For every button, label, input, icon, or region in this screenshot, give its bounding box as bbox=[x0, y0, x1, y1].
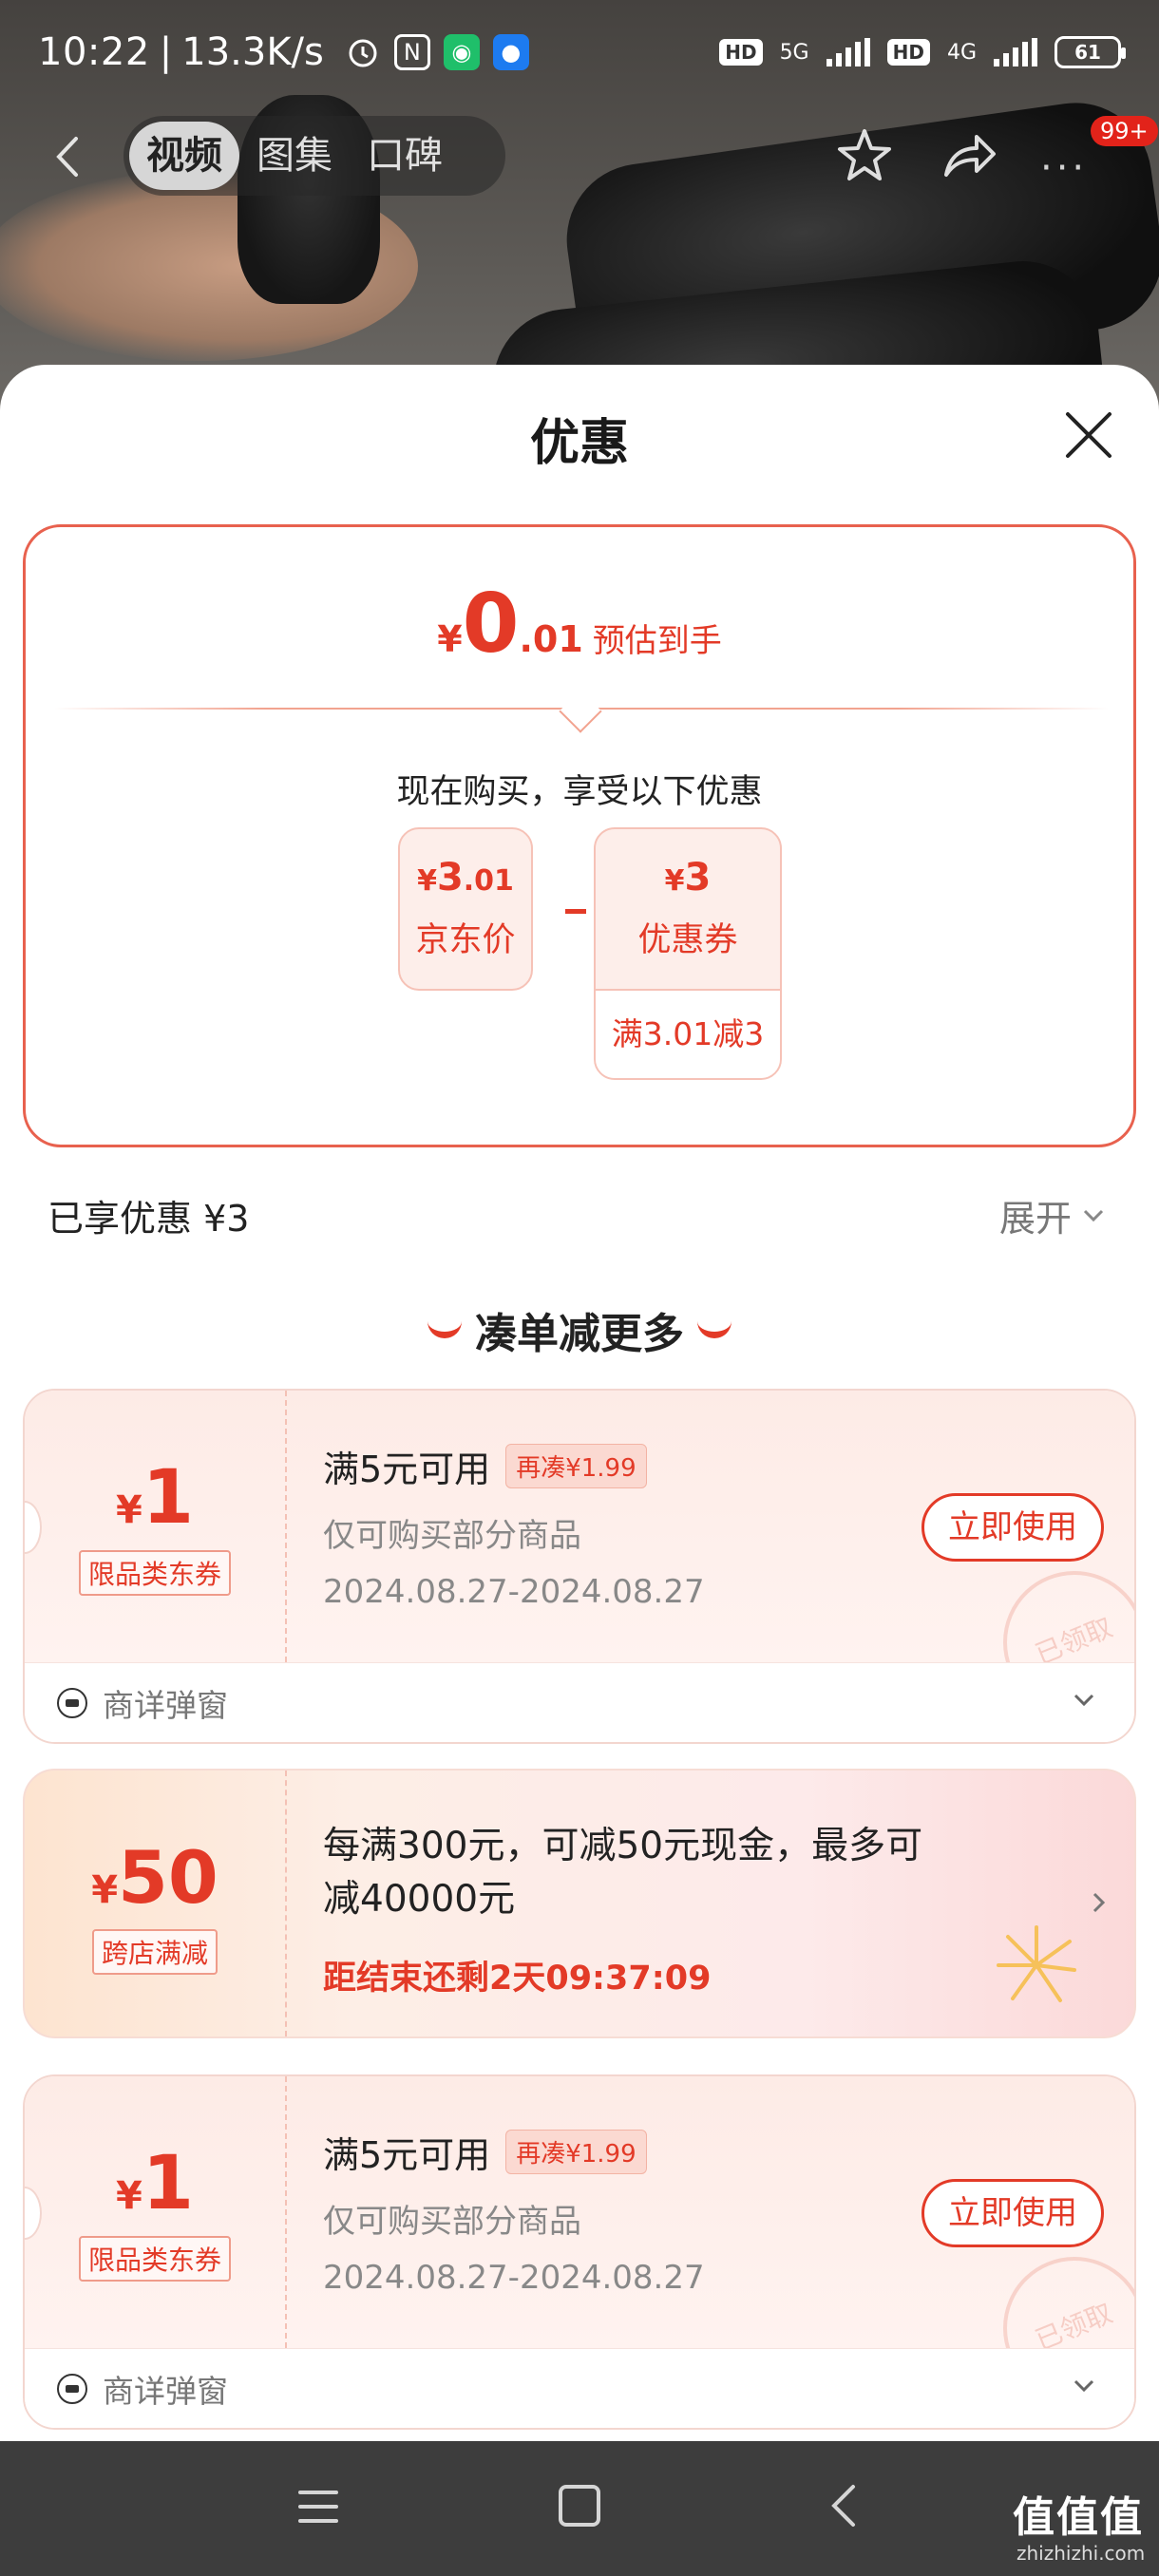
estimated-label: 预估到手 bbox=[592, 622, 722, 660]
coupon-dates: 2024.08.27-2024.08.27 bbox=[323, 2259, 705, 2297]
enjoyed-discount: 已享优惠 ¥3 bbox=[48, 1198, 250, 1240]
coupon-footer[interactable]: 商详弹窗 bbox=[25, 2348, 1134, 2428]
jd-price-box: ¥3.01 京东价 bbox=[398, 827, 533, 991]
coupon-scope: 仅可购买部分商品 bbox=[323, 1517, 581, 1555]
tab-video[interactable]: 视频 bbox=[129, 122, 239, 190]
coupon-card[interactable]: ¥1 限品类东券 满5元可用 再凑¥1.99 仅可购买部分商品 2024.08.2… bbox=[23, 2074, 1136, 2430]
media-tabs: 视频 图集 口碑 bbox=[124, 116, 505, 196]
app-notification-icon: ◉ bbox=[443, 34, 480, 70]
coupon-footer[interactable]: 商详弹窗 bbox=[25, 1662, 1134, 1742]
coupon-label: 优惠券 bbox=[637, 921, 738, 959]
network-4g-label: 4G bbox=[946, 40, 977, 65]
watermark-url: zhizhizhi.com bbox=[1016, 2542, 1146, 2565]
signal-icon bbox=[826, 38, 870, 66]
coupon-card[interactable]: ¥1 限品类东券 满5元可用 再凑¥1.99 仅可购买部分商品 2024.08.2… bbox=[23, 1389, 1136, 1744]
signal-icon bbox=[994, 38, 1037, 66]
tab-gallery[interactable]: 图集 bbox=[239, 122, 350, 190]
battery-icon: 61 bbox=[1054, 36, 1126, 68]
net-speed: 13.3K/s bbox=[181, 30, 324, 74]
coupon-dates: 2024.08.27-2024.08.27 bbox=[323, 1573, 705, 1611]
watermark: 值值值 bbox=[1013, 2493, 1144, 2542]
coupon-box: ¥3 优惠券 满3.01减3 bbox=[594, 827, 782, 1080]
star-icon[interactable] bbox=[834, 125, 895, 186]
price-summary: ¥0.01 预估到手 现在购买，享受以下优惠 ¥3.01 京东价 ¥3 优惠券 满… bbox=[23, 524, 1136, 1147]
expand-button[interactable]: 展开 bbox=[999, 1189, 1106, 1241]
coupon-stub: ¥1 限品类东券 bbox=[25, 2076, 287, 2348]
coupon-scope: 仅可购买部分商品 bbox=[323, 2203, 581, 2241]
estimated-price-int: 0 bbox=[462, 577, 520, 672]
coupon-amount: 1 bbox=[142, 1455, 195, 1541]
use-now-button[interactable]: 立即使用 bbox=[922, 1493, 1104, 1562]
add-more-chip: 再凑¥1.99 bbox=[505, 2130, 647, 2174]
menu-icon[interactable] bbox=[296, 2485, 340, 2529]
share-icon[interactable] bbox=[939, 125, 999, 186]
nfc-icon: N bbox=[393, 34, 430, 70]
alarm-icon bbox=[345, 34, 381, 70]
hd-icon: HD bbox=[886, 39, 930, 66]
firework-icon bbox=[997, 1925, 1076, 2002]
hd-icon: HD bbox=[719, 39, 763, 66]
use-now-button[interactable]: 立即使用 bbox=[922, 2179, 1104, 2247]
home-icon[interactable] bbox=[559, 2485, 600, 2527]
back-icon[interactable] bbox=[823, 2483, 868, 2529]
sheet-title: 优惠 bbox=[529, 415, 629, 472]
discount-type-tag: 跨店满减 bbox=[91, 1929, 218, 1975]
qq-notification-icon: ● bbox=[492, 34, 529, 70]
more-icon[interactable]: ··· bbox=[1040, 146, 1088, 190]
chevron-down-icon bbox=[1074, 2379, 1094, 2393]
buy-now-text: 现在购买，享受以下优惠 bbox=[396, 773, 763, 811]
network-5g-label: 5G bbox=[779, 40, 809, 65]
close-icon[interactable] bbox=[1062, 408, 1115, 462]
tab-reviews[interactable]: 口碑 bbox=[350, 122, 460, 190]
coupon-condition: 满5元可用 bbox=[323, 2134, 491, 2176]
cross-store-discount-card[interactable]: ¥50 跨店满减 每满300元，可减50元现金，最多可减40000元 距结束还剩… bbox=[23, 1769, 1136, 2038]
chevron-right-icon bbox=[1092, 1892, 1106, 1913]
coupon-type-tag: 限品类东券 bbox=[78, 2236, 231, 2282]
coupon-condition: 满5元可用 bbox=[323, 1449, 491, 1490]
system-nav-bar bbox=[0, 2441, 1159, 2576]
discount-stub: ¥50 跨店满减 bbox=[25, 1771, 287, 2036]
message-badge: 99+ bbox=[1091, 116, 1158, 146]
status-bar: 10:22 | 13.3K/s N ◉ ● HD 5G HD 4G 61 bbox=[0, 0, 1159, 104]
ticket-icon bbox=[57, 1687, 87, 1718]
discount-amount: 50 bbox=[118, 1835, 218, 1920]
coupon-amount: 1 bbox=[142, 2141, 195, 2226]
status-time: 10:22 bbox=[38, 30, 150, 74]
ticket-icon bbox=[57, 2373, 87, 2404]
coupon-stub: ¥1 限品类东券 bbox=[25, 1391, 287, 1662]
discount-description: 每满300元，可减50元现金，最多可减40000元 bbox=[323, 1825, 923, 1921]
section-title: 凑单减更多 bbox=[0, 1299, 1159, 1360]
top-nav: 视频 图集 口碑 ··· 99+ bbox=[0, 112, 1159, 198]
chevron-down-icon bbox=[1083, 1209, 1104, 1222]
coupon-condition: 满3.01减3 bbox=[596, 989, 780, 1078]
minus-sign bbox=[565, 909, 586, 914]
promotion-sheet: 优惠 ¥0.01 预估到手 现在购买，享受以下优惠 ¥3.01 京东价 ¥3 优惠… bbox=[0, 365, 1159, 2441]
coupon-type-tag: 限品类东券 bbox=[78, 1550, 231, 1596]
estimated-price: ¥0.01 预估到手 bbox=[437, 577, 722, 672]
back-icon[interactable] bbox=[46, 133, 93, 180]
jd-price-label: 京东价 bbox=[415, 921, 516, 959]
countdown-timer: 距结束还剩2天09:37:09 bbox=[323, 1960, 712, 1998]
add-more-chip: 再凑¥1.99 bbox=[505, 1444, 647, 1488]
smile-icon bbox=[697, 1321, 732, 1338]
smile-icon bbox=[428, 1321, 462, 1338]
chevron-down-icon bbox=[1074, 1694, 1094, 1707]
divider-notch bbox=[559, 690, 602, 733]
estimated-price-dec: .01 bbox=[519, 618, 583, 660]
